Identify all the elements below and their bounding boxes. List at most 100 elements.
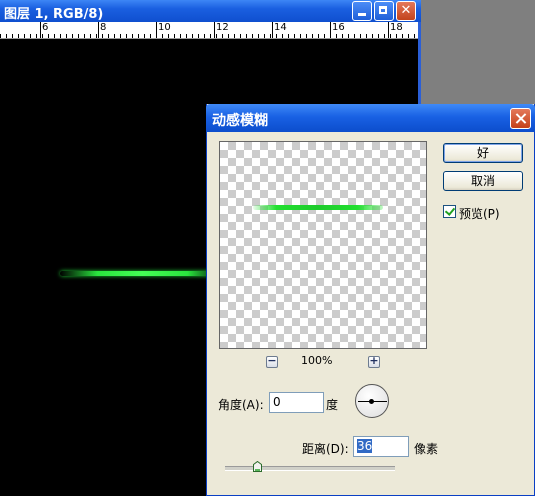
ruler-tick bbox=[312, 34, 313, 38]
ruler-tick bbox=[198, 34, 199, 38]
ruler-tick bbox=[354, 34, 355, 38]
close-icon: ✕ bbox=[400, 3, 412, 18]
preview-pane[interactable] bbox=[219, 141, 427, 349]
ok-button[interactable]: 好 bbox=[443, 143, 523, 163]
ruler-tick bbox=[378, 34, 379, 38]
zoom-in-button[interactable]: + bbox=[368, 354, 380, 368]
distance-unit: 像素 bbox=[414, 442, 439, 456]
ruler-tick bbox=[54, 34, 55, 38]
ruler-tick bbox=[192, 34, 193, 38]
distance-slider-thumb[interactable] bbox=[253, 461, 262, 472]
ruler-tick bbox=[252, 34, 253, 38]
angle-input[interactable]: 0 bbox=[269, 392, 324, 413]
angle-dial[interactable] bbox=[355, 384, 389, 418]
ruler-tick bbox=[180, 34, 181, 38]
minus-icon: − bbox=[267, 354, 277, 367]
horizontal-ruler: 6 8 10 12 14 16 18 bbox=[0, 22, 421, 39]
distance-label: 距离(D): bbox=[302, 442, 349, 456]
distance-slider-track[interactable] bbox=[225, 466, 395, 471]
ruler-label: 16 bbox=[332, 22, 345, 33]
ruler-tick bbox=[48, 34, 49, 38]
ruler-label: 8 bbox=[100, 22, 107, 33]
preview-streak bbox=[253, 205, 383, 210]
ruler-tick bbox=[300, 34, 301, 38]
ruler-tick bbox=[138, 34, 139, 38]
ruler-tick bbox=[222, 34, 223, 38]
zoom-level: 100% bbox=[301, 354, 333, 367]
ruler-tick bbox=[246, 34, 247, 38]
ruler-tick bbox=[318, 34, 319, 38]
dialog-titlebar[interactable]: 动感模糊 bbox=[206, 104, 535, 132]
ruler-tick bbox=[360, 34, 361, 38]
ruler-tick bbox=[6, 34, 7, 38]
ruler-tick bbox=[228, 34, 229, 38]
ruler-tick bbox=[270, 34, 271, 38]
ruler-tick bbox=[132, 34, 133, 38]
ruler-tick bbox=[30, 34, 31, 38]
ruler-major-tick bbox=[156, 22, 157, 38]
angle-unit: 度 bbox=[326, 398, 339, 412]
ruler-tick bbox=[216, 34, 217, 38]
ruler-tick bbox=[390, 34, 391, 38]
close-button[interactable]: ✕ bbox=[396, 1, 416, 21]
ruler-tick bbox=[84, 34, 85, 38]
ruler-major-tick bbox=[388, 22, 389, 38]
zoom-out-button[interactable]: − bbox=[266, 354, 278, 368]
ruler-tick bbox=[72, 34, 73, 38]
document-titlebar[interactable]: 图层 1, RGB/8) ✕ bbox=[0, 0, 421, 22]
ruler-tick bbox=[282, 34, 283, 38]
cancel-button[interactable]: 取消 bbox=[443, 171, 523, 191]
ruler-tick bbox=[144, 34, 145, 38]
ruler-tick bbox=[414, 34, 415, 38]
ruler-label: 6 bbox=[42, 22, 49, 33]
green-motion-streak bbox=[60, 271, 210, 276]
ruler-tick bbox=[150, 34, 151, 38]
ruler-major-tick bbox=[98, 22, 99, 38]
distance-input[interactable]: 36 bbox=[353, 436, 409, 457]
ruler-tick bbox=[36, 34, 37, 38]
ruler-tick bbox=[12, 34, 13, 38]
minimize-button[interactable] bbox=[352, 1, 372, 21]
dialog-close-button[interactable] bbox=[510, 108, 531, 129]
ruler-major-tick bbox=[214, 22, 215, 38]
ruler-tick bbox=[204, 34, 205, 38]
ruler-label: 12 bbox=[216, 22, 229, 33]
ruler-tick bbox=[234, 34, 235, 38]
ruler-tick bbox=[258, 34, 259, 38]
ruler-tick bbox=[372, 34, 373, 38]
ruler-tick bbox=[402, 34, 403, 38]
angle-value: 0 bbox=[273, 395, 281, 409]
maximize-icon bbox=[375, 2, 393, 20]
ruler-tick bbox=[264, 34, 265, 38]
document-title: 图层 1, RGB/8) bbox=[4, 7, 104, 22]
ruler-major-tick bbox=[272, 22, 273, 38]
angle-dial-center bbox=[369, 399, 374, 404]
distance-value: 36 bbox=[357, 439, 373, 453]
ruler-major-tick bbox=[40, 22, 41, 38]
maximize-button[interactable] bbox=[374, 1, 394, 21]
ruler-tick bbox=[24, 34, 25, 38]
ruler-tick bbox=[174, 34, 175, 38]
ruler-tick bbox=[210, 34, 211, 38]
ruler-tick bbox=[126, 34, 127, 38]
preview-checkbox[interactable] bbox=[443, 205, 456, 218]
ruler-tick bbox=[288, 34, 289, 38]
ruler-tick bbox=[324, 34, 325, 38]
preview-label: 预览(P) bbox=[459, 207, 500, 221]
ruler-tick bbox=[42, 34, 43, 38]
ruler-tick bbox=[78, 34, 79, 38]
ruler-tick bbox=[294, 34, 295, 38]
ruler-tick bbox=[90, 34, 91, 38]
ruler-tick bbox=[102, 34, 103, 38]
ruler-label: 18 bbox=[390, 22, 403, 33]
ruler-tick bbox=[108, 34, 109, 38]
dialog-title: 动感模糊 bbox=[212, 113, 268, 129]
ruler-tick bbox=[366, 34, 367, 38]
minimize-icon bbox=[353, 2, 371, 20]
ruler-major-tick bbox=[330, 22, 331, 38]
ruler-tick bbox=[348, 34, 349, 38]
angle-label: 角度(A): bbox=[218, 398, 264, 412]
ruler-tick bbox=[408, 34, 409, 38]
ruler-tick bbox=[396, 34, 397, 38]
plus-icon: + bbox=[369, 354, 379, 367]
